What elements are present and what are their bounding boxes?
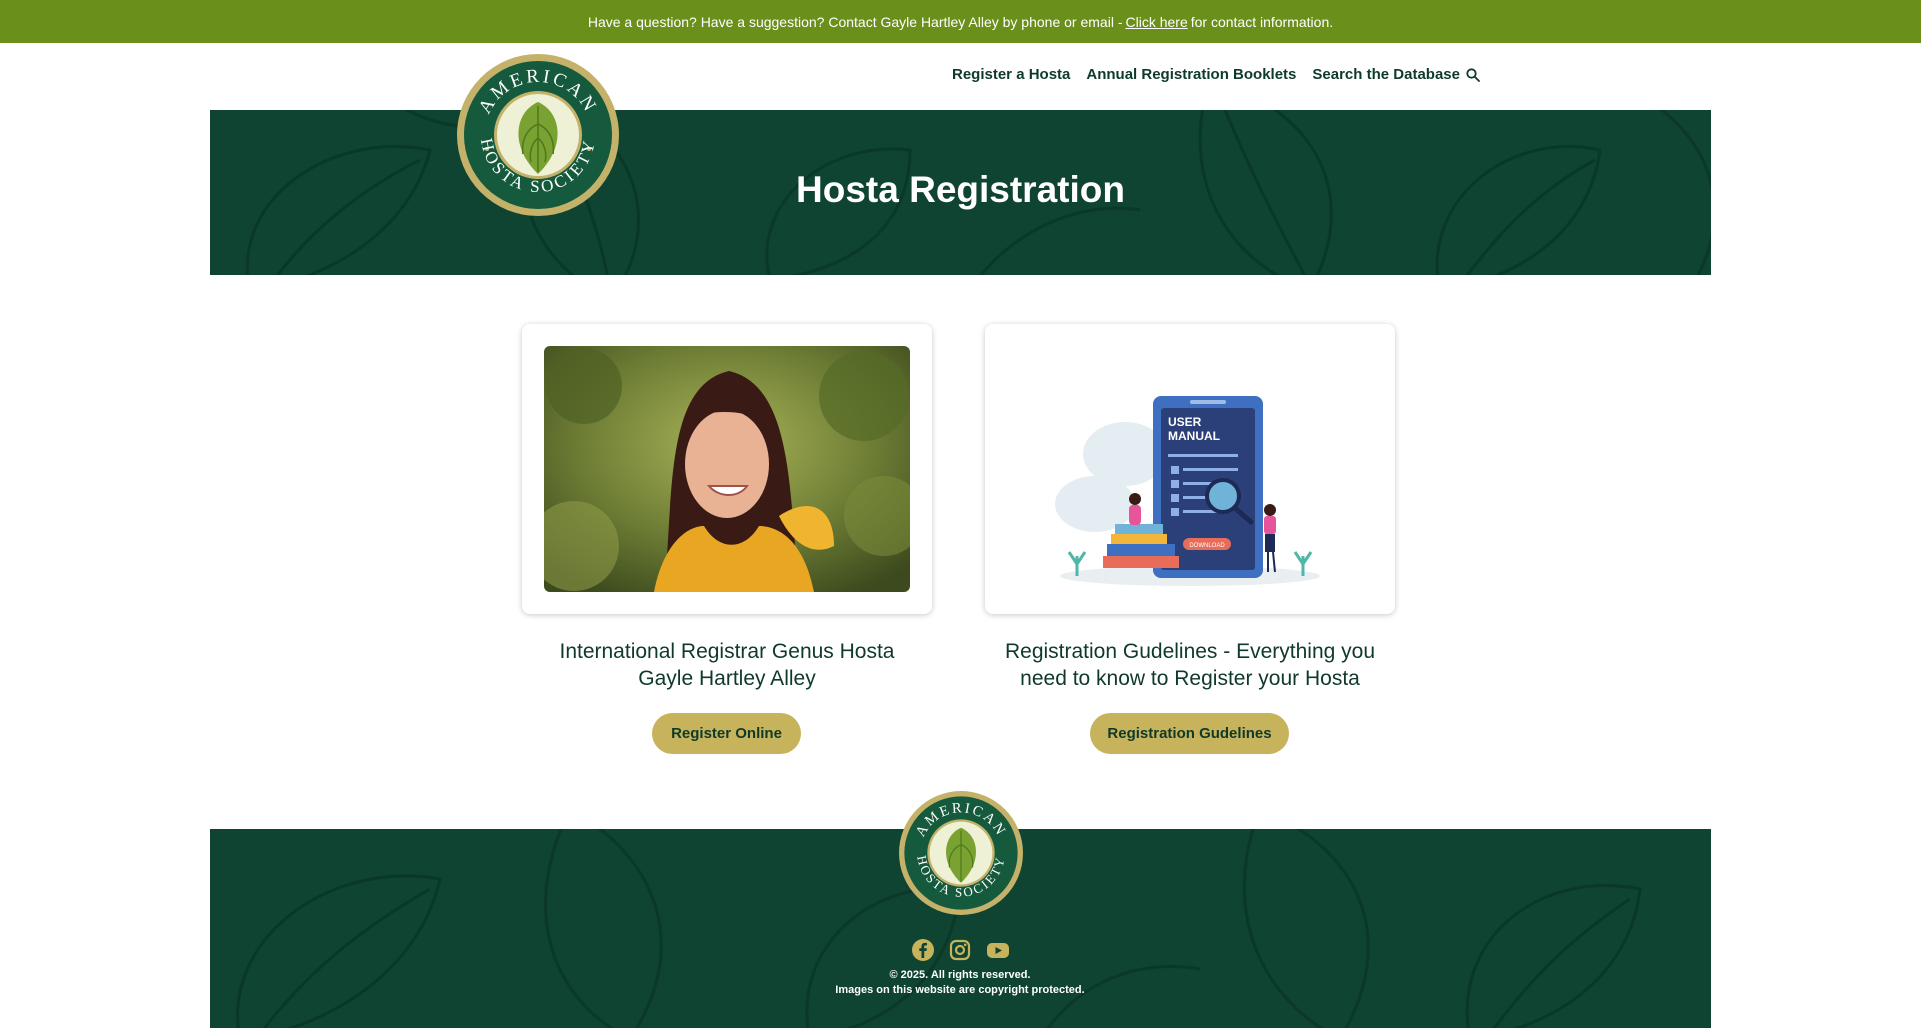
announcement-text-end: for contact information. (1190, 13, 1334, 30)
nav-register-hosta-label: Register a Hosta (952, 66, 1071, 83)
youtube-icon[interactable] (985, 938, 1012, 965)
footer-logo[interactable]: AMERICAN HOSTA SOCIETY (899, 791, 1023, 915)
guidelines-caption: Registration Gudelines - Everything you … (980, 638, 1400, 692)
guidelines-title-line2: need to know to Register your Hosta (1020, 667, 1360, 690)
guidelines-card: USER MANUAL DOWNLOAD (985, 324, 1395, 614)
contact-link[interactable]: Click here (1125, 14, 1187, 30)
social-links (904, 938, 1018, 965)
download-button-label: DOWNLOAD (1189, 543, 1225, 549)
site-logo[interactable]: AMERICAN HOSTA SOCIETY (457, 54, 619, 216)
instagram-icon[interactable] (948, 938, 975, 965)
registrar-caption: International Registrar Genus Hosta Gayl… (517, 638, 937, 692)
nav-annual-booklets[interactable]: Annual Registration Booklets (1086, 66, 1296, 83)
hosta-society-logo: AMERICAN HOSTA SOCIETY (459, 56, 617, 214)
page-title: Hosta Registration (796, 169, 1125, 210)
hosta-society-logo-small: AMERICAN HOSTA SOCIETY (900, 792, 1022, 914)
hero-banner: Hosta Registration (210, 110, 1711, 275)
registration-guidelines-button[interactable]: Registration Gudelines (1090, 713, 1289, 754)
guidelines-title-line1: Registration Gudelines - Everything you (1004, 640, 1376, 663)
nav-search-database[interactable]: Search the Database (1312, 66, 1480, 83)
announcement-text: Have a question? Have a suggestion? Cont… (587, 13, 1123, 30)
registrar-card (522, 324, 932, 614)
registrar-name: Gayle Hartley Alley (638, 667, 816, 690)
nav-register-hosta[interactable]: Register a Hosta (952, 66, 1070, 83)
registrar-title: International Registrar Genus Hosta (559, 640, 895, 663)
nav-annual-booklets-label: Annual Registration Booklets (1086, 66, 1297, 83)
user-manual-illustration: USER MANUAL DOWNLOAD (1055, 396, 1320, 586)
manual-title-line2: MANUAL (1168, 429, 1220, 443)
main-nav: Register a Hosta Annual Registration Boo… (952, 66, 1480, 83)
copyright-notice: Images on this website are copyright pro… (835, 984, 1085, 996)
copyright-text: © 2025. All rights reserved. (889, 969, 1031, 981)
registrar-photo (544, 346, 910, 592)
register-online-button[interactable]: Register Online (652, 713, 801, 754)
facebook-icon[interactable] (911, 938, 938, 965)
copyright-block: © 2025. All rights reserved. Images on t… (760, 968, 1160, 998)
search-icon (1466, 67, 1480, 82)
announcement-bar: Have a question? Have a suggestion? Cont… (0, 0, 1921, 43)
nav-search-database-label: Search the Database (1312, 66, 1460, 83)
manual-title-line1: USER (1168, 415, 1202, 429)
